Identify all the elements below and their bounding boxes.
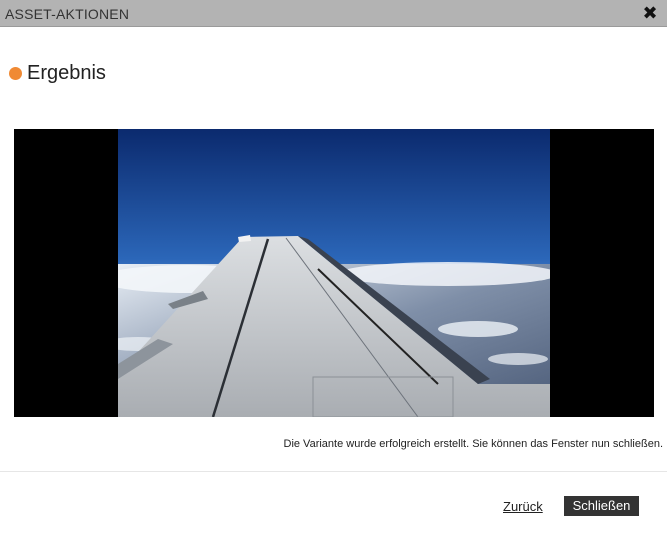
- footer-divider: [0, 471, 667, 472]
- result-section-heading: Ergebnis: [9, 60, 106, 86]
- success-message: Die Variante wurde erfolgreich erstellt.…: [283, 438, 664, 450]
- asset-preview-image: [118, 129, 550, 417]
- orange-bullet-icon: [9, 66, 22, 80]
- back-link[interactable]: Zurück: [503, 499, 543, 514]
- close-icon[interactable]: ✖: [641, 3, 659, 23]
- result-heading-label: Ergebnis: [27, 62, 106, 84]
- dialog-titlebar: ASSET-AKTIONEN ✖: [0, 0, 667, 27]
- dialog-title: ASSET-AKTIONEN: [5, 6, 130, 22]
- asset-preview: [14, 129, 654, 417]
- close-button[interactable]: Schließen: [564, 496, 639, 516]
